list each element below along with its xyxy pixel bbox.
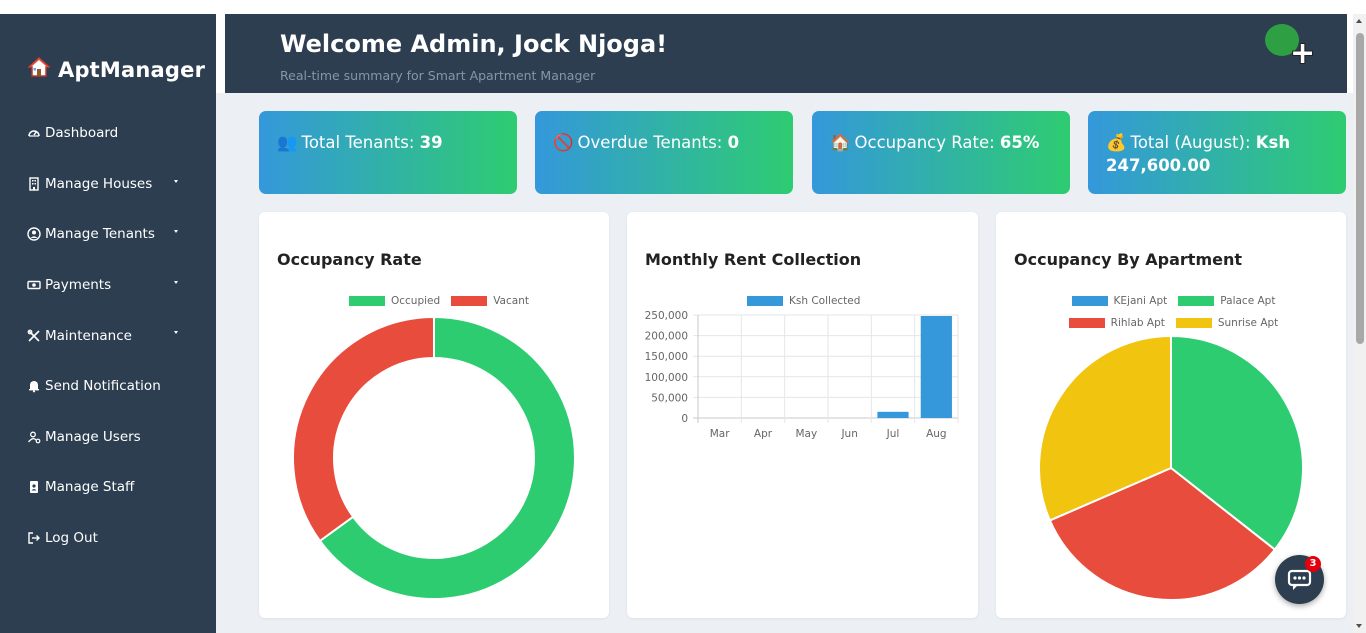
sidebar: AptManager Dashboard Manage Houses Manage … xyxy=(0,14,216,633)
x-tick-label: Aug xyxy=(926,428,947,440)
stat-card-overdue-tenants: 🚫 Overdue Tenants: 0 xyxy=(535,111,793,194)
stat-value: 0 xyxy=(727,133,740,152)
bell-icon xyxy=(26,378,42,394)
stat-label: Overdue Tenants: xyxy=(577,133,723,152)
id-badge-icon xyxy=(26,479,42,495)
user-circle-icon xyxy=(26,226,42,242)
sidebar-item-label: Log Out xyxy=(45,530,98,547)
sidebar-item-label: Manage Houses xyxy=(45,175,153,192)
y-tick-label: 200,000 xyxy=(645,331,688,343)
y-tick-label: 50,000 xyxy=(651,392,688,404)
sidebar-item-manage-tenants[interactable]: Manage Tenants xyxy=(26,209,196,260)
tools-icon xyxy=(26,328,42,344)
y-tick-label: 100,000 xyxy=(645,372,688,384)
sidebar-item-label: Send Notification xyxy=(45,378,161,395)
page-scrollbar[interactable] xyxy=(1353,14,1366,633)
y-tick-label: 150,000 xyxy=(645,351,688,363)
x-tick-label: Apr xyxy=(754,428,773,440)
page-subtitle: Real-time summary for Smart Apartment Ma… xyxy=(280,68,596,83)
monthly-rent-card: Monthly Rent Collection Ksh Collected 05… xyxy=(627,212,978,618)
sidebar-item-label: Manage Staff xyxy=(45,479,135,496)
brand-name: AptManager xyxy=(58,57,206,82)
sidebar-item-manage-houses[interactable]: Manage Houses xyxy=(26,159,196,210)
scroll-down-arrow-icon[interactable] xyxy=(1356,624,1362,628)
people-icon: 👥 xyxy=(277,133,298,152)
stat-card-total-tenants: 👥 Total Tenants: 39 xyxy=(259,111,517,194)
page-title: Welcome Admin, Jock Njoga! xyxy=(280,30,668,58)
notification-badge: 3 xyxy=(1305,556,1321,572)
plus-icon: + xyxy=(1290,36,1316,71)
sidebar-item-manage-users[interactable]: Manage Users xyxy=(26,412,196,463)
stat-card-occupancy-rate: 🏠 Occupancy Rate: 65% xyxy=(812,111,1070,194)
sidebar-item-payments[interactable]: Payments xyxy=(26,260,196,311)
sidebar-item-label: Maintenance xyxy=(45,327,132,344)
sidebar-item-label: Manage Tenants xyxy=(45,226,155,243)
x-tick-label: Jun xyxy=(840,428,857,440)
sidebar-item-log-out[interactable]: Log Out xyxy=(26,513,196,564)
sidebar-item-label: Dashboard xyxy=(45,125,119,142)
rent-bar-chart: 0 50,000 100,000 150,000 200,000 250,000 Mar Ap… xyxy=(645,310,959,440)
brand[interactable]: AptManager xyxy=(27,56,206,83)
y-tick-label: 250,000 xyxy=(645,310,688,322)
money-bill-icon xyxy=(26,277,42,293)
house-icon xyxy=(27,56,51,83)
x-tick-label: Jul xyxy=(886,428,900,440)
stat-card-total-august: 💰 Total (August): Ksh 247,600.00 xyxy=(1088,111,1346,194)
stat-value: 65% xyxy=(999,133,1040,152)
x-tick-label: May xyxy=(795,428,817,440)
sidebar-item-manage-staff[interactable]: Manage Staff xyxy=(26,462,196,513)
prohibited-icon: 🚫 xyxy=(553,133,574,152)
money-bag-icon: 💰 xyxy=(1106,133,1127,152)
occupancy-rate-card: Occupancy Rate Occupied Vacant xyxy=(259,212,609,618)
occupancy-doughnut-chart xyxy=(292,315,576,600)
dashboard-gauge-icon xyxy=(26,125,42,141)
doughnut-slice-vacant[interactable] xyxy=(292,315,435,543)
page-header: Welcome Admin, Jock Njoga! Real-time sum… xyxy=(225,14,1347,93)
house-icon: 🏠 xyxy=(830,133,851,152)
bar-jul[interactable] xyxy=(877,411,909,418)
bar-aug[interactable] xyxy=(920,315,952,418)
stat-label: Occupancy Rate: xyxy=(854,133,995,152)
sidebar-item-send-notification[interactable]: Send Notification xyxy=(26,361,196,412)
x-tick-label: Mar xyxy=(710,428,730,440)
y-tick-label: 0 xyxy=(681,413,688,425)
sidebar-nav: Dashboard Manage Houses Manage Tenants Paym… xyxy=(26,108,196,563)
caret-down-icon xyxy=(174,179,178,183)
sidebar-item-label: Manage Users xyxy=(45,428,141,445)
scroll-up-arrow-icon[interactable] xyxy=(1356,19,1362,23)
sidebar-item-maintenance[interactable]: Maintenance xyxy=(26,310,196,361)
sign-out-icon xyxy=(26,530,42,546)
stat-label: Total (August): xyxy=(1130,133,1251,152)
stat-value: 39 xyxy=(419,133,443,152)
caret-down-icon xyxy=(174,280,178,284)
building-icon xyxy=(26,176,42,192)
caret-down-icon xyxy=(174,230,178,234)
stat-label: Total Tenants: xyxy=(301,133,415,152)
user-gear-icon xyxy=(26,429,42,445)
sidebar-item-dashboard[interactable]: Dashboard xyxy=(26,108,196,159)
scroll-thumb[interactable] xyxy=(1356,33,1364,344)
caret-down-icon xyxy=(174,331,178,335)
sidebar-item-label: Payments xyxy=(45,277,112,294)
add-button[interactable]: + xyxy=(1265,24,1315,69)
